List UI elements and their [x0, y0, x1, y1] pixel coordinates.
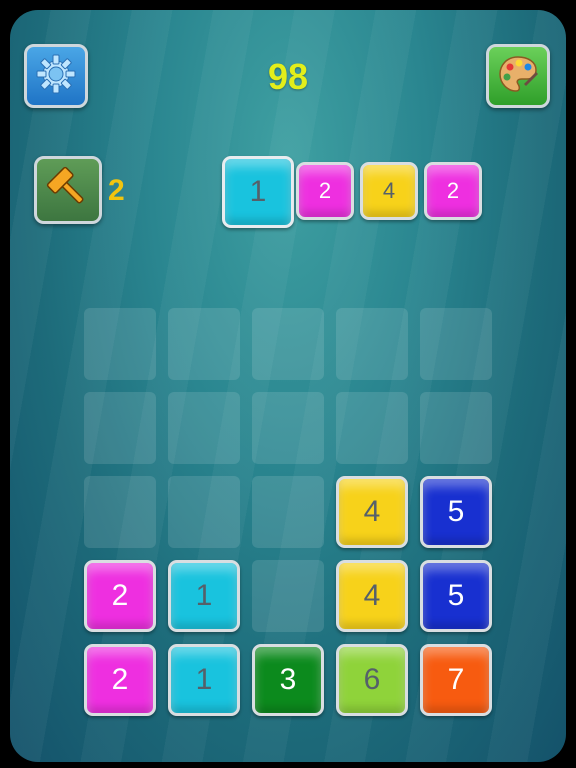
board-tile[interactable]: 5 [420, 476, 492, 548]
empty-cell[interactable] [252, 476, 324, 548]
board-tile[interactable]: 1 [168, 644, 240, 716]
empty-cell[interactable] [168, 392, 240, 464]
empty-cell[interactable] [420, 308, 492, 380]
next-tile: 2 [296, 162, 354, 220]
hammer-count: 2 [108, 174, 125, 207]
board-tile[interactable]: 7 [420, 644, 492, 716]
board-tile[interactable]: 5 [420, 560, 492, 632]
empty-cell[interactable] [420, 392, 492, 464]
empty-cell[interactable] [84, 392, 156, 464]
empty-cell[interactable] [252, 392, 324, 464]
board-tile[interactable]: 6 [336, 644, 408, 716]
next-tile: 4 [360, 162, 418, 220]
current-tile: 1 [222, 156, 294, 228]
hammer-button[interactable] [34, 156, 102, 224]
empty-cell[interactable] [84, 476, 156, 548]
empty-cell[interactable] [168, 476, 240, 548]
empty-cell[interactable] [336, 308, 408, 380]
score-display: 98 [267, 56, 309, 97]
game-screen: 98 2 1242 45214521367 [10, 10, 566, 762]
board-tile[interactable]: 1 [168, 560, 240, 632]
board-tile[interactable]: 2 [84, 644, 156, 716]
next-tile: 2 [424, 162, 482, 220]
palette-icon [496, 52, 540, 100]
board-tile[interactable]: 4 [336, 560, 408, 632]
empty-cell[interactable] [336, 392, 408, 464]
empty-cell[interactable] [252, 308, 324, 380]
board-tile[interactable]: 4 [336, 476, 408, 548]
board-tile[interactable]: 2 [84, 560, 156, 632]
empty-cell[interactable] [252, 560, 324, 632]
empty-cell[interactable] [84, 308, 156, 380]
hammer-icon [45, 165, 91, 215]
board-tile[interactable]: 3 [252, 644, 324, 716]
empty-cell[interactable] [168, 308, 240, 380]
palette-button[interactable] [486, 44, 550, 108]
